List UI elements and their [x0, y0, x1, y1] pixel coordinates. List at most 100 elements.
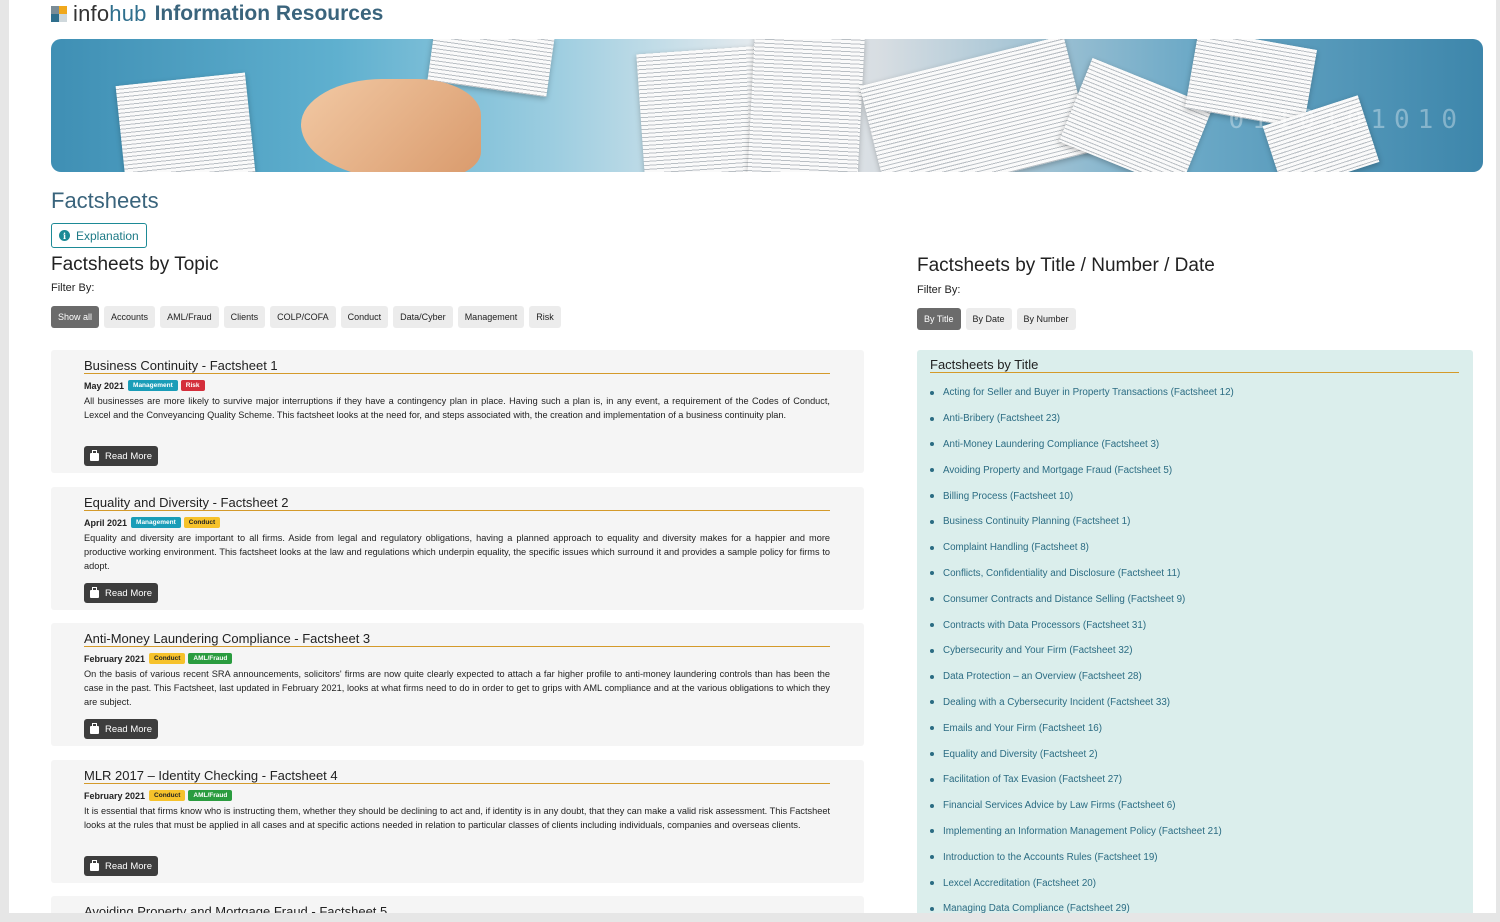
- explanation-button-label: Explanation: [76, 228, 139, 243]
- list-item[interactable]: Data Protection – an Overview (Factsheet…: [930, 664, 1234, 690]
- list-item[interactable]: Financial Services Advice by Law Firms (…: [930, 793, 1234, 819]
- read-more-button[interactable]: Read More: [84, 446, 158, 466]
- filter-conduct[interactable]: Conduct: [340, 306, 389, 328]
- list-item[interactable]: Business Continuity Planning (Factsheet …: [930, 509, 1234, 535]
- list-item[interactable]: Contracts with Data Processors (Factshee…: [930, 612, 1234, 638]
- filter-accounts[interactable]: Accounts: [104, 306, 156, 328]
- tag-badge: AML/Fraud: [188, 790, 233, 801]
- bullet-icon: [930, 390, 934, 395]
- briefcase-icon: [90, 723, 99, 734]
- filter-colp-cofa[interactable]: COLP/COFA: [270, 306, 336, 328]
- list-item[interactable]: Anti-Bribery (Factsheet 23): [930, 406, 1234, 432]
- list-item[interactable]: Emails and Your Firm (Factsheet 16): [930, 715, 1234, 741]
- briefcase-icon: [90, 860, 99, 871]
- filter-aml-fraud[interactable]: AML/Fraud: [160, 306, 219, 328]
- bullet-icon: [930, 571, 934, 576]
- title-filter-label: Filter By:: [917, 284, 961, 296]
- filter-clients[interactable]: Clients: [223, 306, 266, 328]
- bullet-icon: [930, 803, 934, 808]
- list-item[interactable]: Introduction to the Accounts Rules (Fact…: [930, 844, 1234, 870]
- brand-wordmark: infohub: [73, 1, 147, 26]
- factsheet-title[interactable]: Avoiding Property and Mortgage Fraud - F…: [84, 904, 387, 913]
- read-more-label: Read More: [105, 587, 152, 599]
- list-item[interactable]: Avoiding Property and Mortgage Fraud (Fa…: [930, 457, 1234, 483]
- factsheet-meta: April 2021 Management Conduct: [84, 517, 221, 528]
- page: infohub Information Resources 0110101010…: [9, 0, 1496, 913]
- bullet-icon: [930, 752, 934, 757]
- bullet-icon: [930, 906, 934, 911]
- factsheet-date: April 2021: [84, 517, 128, 528]
- list-item[interactable]: Acting for Seller and Buyer in Property …: [930, 380, 1234, 406]
- topic-filters: Show all Accounts AML/Fraud Clients COLP…: [51, 306, 561, 328]
- divider: [84, 783, 830, 784]
- list-title: Factsheets by Title: [930, 357, 1039, 372]
- bullet-icon: [930, 777, 934, 782]
- read-more-button[interactable]: Read More: [84, 583, 158, 603]
- factsheet-title[interactable]: Anti-Money Laundering Compliance - Facts…: [84, 631, 370, 646]
- banner-binary-decoration: 0110101010: [1228, 105, 1465, 135]
- factsheet-card: MLR 2017 – Identity Checking - Factsheet…: [51, 760, 864, 883]
- factsheet-meta: February 2021 Conduct AML/Fraud: [84, 653, 233, 664]
- tag-badge: Risk: [180, 380, 205, 391]
- tag-badge: Management: [131, 517, 181, 528]
- list-item[interactable]: Lexcel Accreditation (Factsheet 20): [930, 870, 1234, 896]
- filter-risk[interactable]: Risk: [529, 306, 561, 328]
- bullet-icon: [930, 597, 934, 602]
- list-item[interactable]: Consumer Contracts and Distance Selling …: [930, 586, 1234, 612]
- filter-by-number[interactable]: By Number: [1016, 308, 1076, 330]
- factsheet-date: February 2021: [84, 790, 146, 801]
- read-more-button[interactable]: Read More: [84, 856, 158, 876]
- factsheet-summary: All businesses are more likely to surviv…: [84, 396, 830, 420]
- bullet-icon: [930, 700, 934, 705]
- list-item[interactable]: Implementing an Information Management P…: [930, 819, 1234, 845]
- tag-badge: Conduct: [149, 653, 186, 664]
- factsheet-card: Equality and Diversity - Factsheet 2 Apr…: [51, 487, 864, 610]
- list-item[interactable]: Conflicts, Confidentiality and Disclosur…: [930, 561, 1234, 587]
- bullet-icon: [930, 674, 934, 679]
- factsheet-summary: On the basis of various recent SRA annou…: [84, 669, 830, 707]
- list-item[interactable]: Billing Process (Factsheet 10): [930, 483, 1234, 509]
- tag-badge: AML/Fraud: [188, 653, 233, 664]
- factsheet-summary: Equality and diversity are important to …: [84, 533, 830, 571]
- read-more-button[interactable]: Read More: [84, 719, 158, 739]
- read-more-label: Read More: [105, 860, 152, 872]
- divider: [930, 372, 1459, 373]
- filter-data-cyber[interactable]: Data/Cyber: [393, 306, 453, 328]
- topic-filter-label: Filter By:: [51, 282, 95, 294]
- list-item[interactable]: Facilitation of Tax Evasion (Factsheet 2…: [930, 767, 1234, 793]
- list-item[interactable]: Cybersecurity and Your Firm (Factsheet 3…: [930, 638, 1234, 664]
- divider: [84, 510, 830, 511]
- bullet-icon: [930, 829, 934, 834]
- list-item[interactable]: Anti-Money Laundering Compliance (Factsh…: [930, 432, 1234, 458]
- filter-by-date[interactable]: By Date: [965, 308, 1012, 330]
- list-item[interactable]: Managing Data Compliance (Factsheet 29): [930, 896, 1234, 913]
- bullet-icon: [930, 648, 934, 653]
- list-item[interactable]: Equality and Diversity (Factsheet 2): [930, 741, 1234, 767]
- factsheet-meta: May 2021 Management Risk: [84, 380, 205, 391]
- list-item[interactable]: Dealing with a Cybersecurity Incident (F…: [930, 690, 1234, 716]
- divider: [84, 646, 830, 647]
- filter-by-title[interactable]: By Title: [917, 308, 961, 330]
- factsheet-card: Avoiding Property and Mortgage Fraud - F…: [51, 896, 864, 913]
- brand-title: Information Resources: [154, 2, 384, 25]
- bullet-icon: [930, 468, 934, 473]
- list-item[interactable]: Complaint Handling (Factsheet 8): [930, 535, 1234, 561]
- factsheet-title[interactable]: MLR 2017 – Identity Checking - Factsheet…: [84, 768, 338, 783]
- title-filters: By Title By Date By Number: [917, 308, 1076, 330]
- factsheet-title[interactable]: Equality and Diversity - Factsheet 2: [84, 495, 288, 510]
- bullet-icon: [930, 442, 934, 447]
- factsheet-summary: It is essential that firms know who is i…: [84, 806, 830, 830]
- brand-header[interactable]: infohub Information Resources: [51, 1, 384, 26]
- bullet-icon: [930, 416, 934, 421]
- filter-management[interactable]: Management: [457, 306, 525, 328]
- filter-show-all[interactable]: Show all: [51, 306, 100, 328]
- explanation-button[interactable]: i Explanation: [51, 223, 147, 248]
- factsheet-date: May 2021: [84, 380, 125, 391]
- tag-badge: Conduct: [149, 790, 186, 801]
- tag-badge: Conduct: [183, 517, 221, 528]
- divider: [84, 373, 830, 374]
- factsheet-title[interactable]: Business Continuity - Factsheet 1: [84, 358, 278, 373]
- bullet-icon: [930, 855, 934, 860]
- bullet-icon: [930, 623, 934, 628]
- factsheet-card: Anti-Money Laundering Compliance - Facts…: [51, 623, 864, 746]
